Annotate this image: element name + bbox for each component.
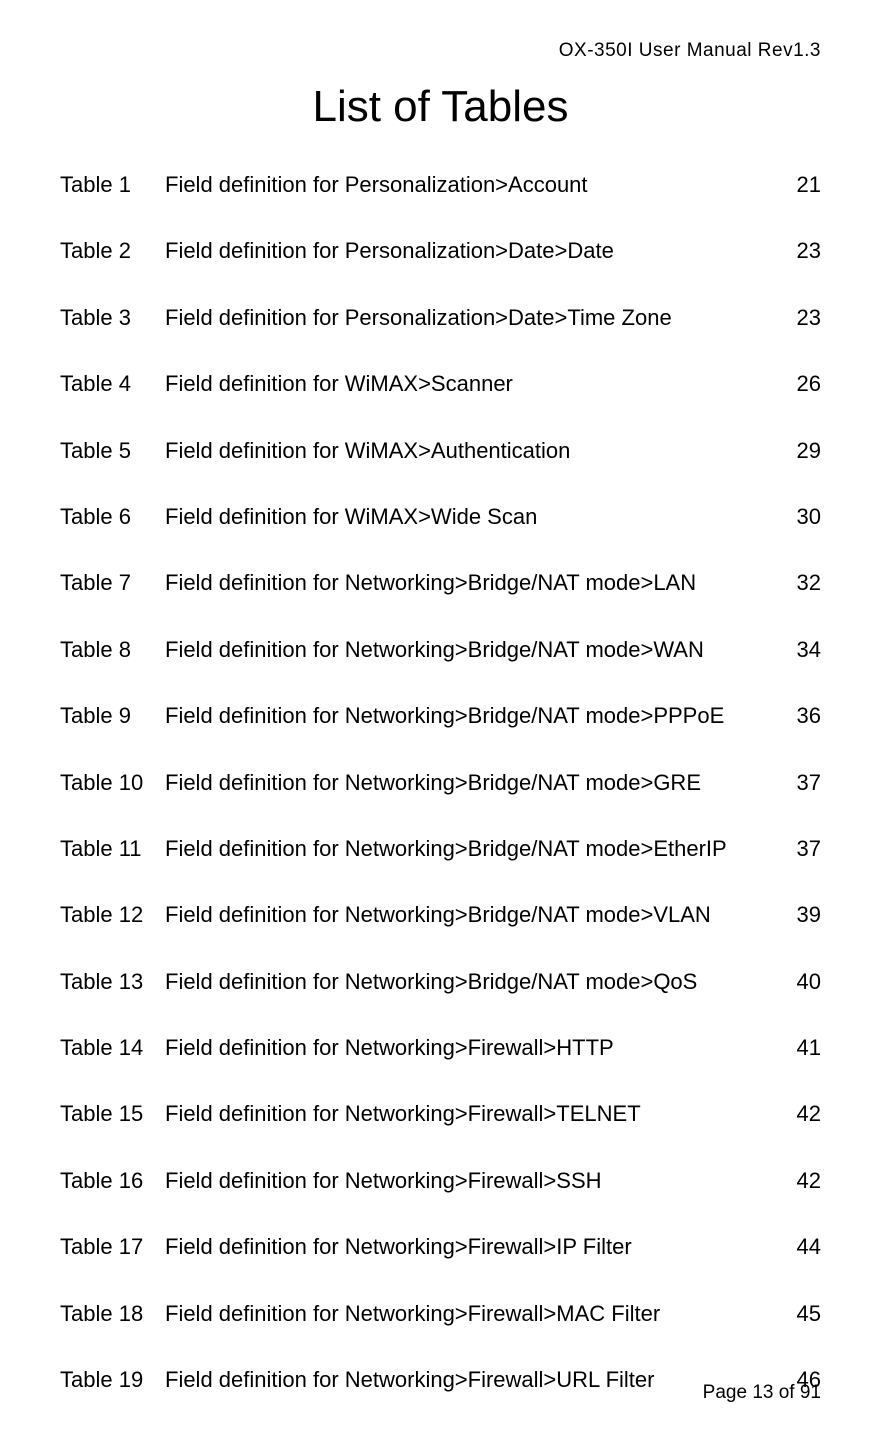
toc-entry-page-number: 45	[793, 1301, 821, 1327]
toc-entry-label: Table 5	[60, 438, 165, 464]
toc-entry-description: Field definition for Networking>Bridge/N…	[165, 969, 697, 995]
toc-entry: Table 16Field definition for Networking>…	[60, 1168, 821, 1194]
toc-entry-page-number: 29	[793, 438, 821, 464]
toc-entry-label: Table 19	[60, 1367, 165, 1393]
toc-entry-label: Table 7	[60, 570, 165, 596]
toc-entry: Table 14Field definition for Networking>…	[60, 1035, 821, 1061]
toc-entry-description: Field definition for Networking>Firewall…	[165, 1035, 614, 1061]
toc-entry: Table 11Field definition for Networking>…	[60, 836, 821, 862]
page-footer: Page 13 of 91	[703, 1382, 821, 1404]
toc-entry-label: Table 12	[60, 902, 165, 928]
toc-entry-page-number: 34	[793, 637, 821, 663]
toc-entry-description: Field definition for Networking>Firewall…	[165, 1234, 632, 1260]
toc-entry-page-number: 41	[793, 1035, 821, 1061]
toc-entry-description: Field definition for Networking>Bridge/N…	[165, 637, 704, 663]
toc-entry-page-number: 39	[793, 902, 821, 928]
toc-entry-label: Table 3	[60, 305, 165, 331]
toc-entry-page-number: 32	[793, 570, 821, 596]
toc-entry-page-number: 40	[793, 969, 821, 995]
toc-entry-description: Field definition for Networking>Bridge/N…	[165, 703, 724, 729]
toc-entry: Table 1Field definition for Personalizat…	[60, 172, 821, 198]
toc-entry-description: Field definition for Networking>Bridge/N…	[165, 902, 711, 928]
toc-entry-page-number: 21	[793, 172, 821, 198]
toc-entry-label: Table 10	[60, 770, 165, 796]
document-header: OX-350I User Manual Rev1.3	[60, 40, 821, 62]
toc-entry-label: Table 15	[60, 1101, 165, 1127]
toc-entry-description: Field definition for Networking>Bridge/N…	[165, 570, 696, 596]
toc-entry-label: Table 1	[60, 172, 165, 198]
toc-entry: Table 9Field definition for Networking>B…	[60, 703, 821, 729]
toc-entry-label: Table 11	[60, 836, 165, 862]
toc-entry-description: Field definition for Personalization>Dat…	[165, 238, 614, 264]
toc-entry-description: Field definition for WiMAX>Wide Scan	[165, 504, 537, 530]
table-of-contents: Table 1Field definition for Personalizat…	[60, 172, 821, 1393]
toc-entry: Table 6Field definition for WiMAX>Wide S…	[60, 504, 821, 530]
toc-entry-page-number: 44	[793, 1234, 821, 1260]
toc-entry-page-number: 26	[793, 371, 821, 397]
toc-entry-page-number: 37	[793, 836, 821, 862]
toc-entry-label: Table 13	[60, 969, 165, 995]
toc-entry: Table 2Field definition for Personalizat…	[60, 238, 821, 264]
toc-entry-page-number: 42	[793, 1168, 821, 1194]
toc-entry-label: Table 2	[60, 238, 165, 264]
toc-entry-description: Field definition for Networking>Firewall…	[165, 1367, 654, 1393]
toc-entry-description: Field definition for Personalization>Dat…	[165, 305, 672, 331]
toc-entry-page-number: 23	[793, 238, 821, 264]
toc-entry-label: Table 8	[60, 637, 165, 663]
toc-entry: Table 17Field definition for Networking>…	[60, 1234, 821, 1260]
toc-entry-label: Table 16	[60, 1168, 165, 1194]
page-title: List of Tables	[60, 82, 821, 132]
toc-entry-page-number: 42	[793, 1101, 821, 1127]
toc-entry: Table 12Field definition for Networking>…	[60, 902, 821, 928]
toc-entry: Table 7Field definition for Networking>B…	[60, 570, 821, 596]
toc-entry-label: Table 14	[60, 1035, 165, 1061]
toc-entry: Table 13Field definition for Networking>…	[60, 969, 821, 995]
toc-entry-label: Table 6	[60, 504, 165, 530]
toc-entry-label: Table 18	[60, 1301, 165, 1327]
toc-entry: Table 5Field definition for WiMAX>Authen…	[60, 438, 821, 464]
document-page: OX-350I User Manual Rev1.3 List of Table…	[0, 0, 881, 1454]
toc-entry: Table 18Field definition for Networking>…	[60, 1301, 821, 1327]
toc-entry-page-number: 36	[793, 703, 821, 729]
toc-entry-label: Table 4	[60, 371, 165, 397]
toc-entry: Table 8Field definition for Networking>B…	[60, 637, 821, 663]
toc-entry-page-number: 30	[793, 504, 821, 530]
toc-entry-description: Field definition for Networking>Firewall…	[165, 1301, 660, 1327]
toc-entry-page-number: 23	[793, 305, 821, 331]
toc-entry-description: Field definition for WiMAX>Authenticatio…	[165, 438, 570, 464]
toc-entry-description: Field definition for Networking>Firewall…	[165, 1101, 641, 1127]
toc-entry-description: Field definition for Networking>Bridge/N…	[165, 836, 727, 862]
toc-entry-label: Table 9	[60, 703, 165, 729]
toc-entry-description: Field definition for Networking>Bridge/N…	[165, 770, 701, 796]
toc-entry-description: Field definition for Personalization>Acc…	[165, 172, 588, 198]
toc-entry: Table 15Field definition for Networking>…	[60, 1101, 821, 1127]
toc-entry-page-number: 37	[793, 770, 821, 796]
toc-entry-label: Table 17	[60, 1234, 165, 1260]
toc-entry: Table 10Field definition for Networking>…	[60, 770, 821, 796]
toc-entry-description: Field definition for Networking>Firewall…	[165, 1168, 602, 1194]
toc-entry: Table 4Field definition for WiMAX>Scanne…	[60, 371, 821, 397]
toc-entry: Table 3Field definition for Personalizat…	[60, 305, 821, 331]
toc-entry-description: Field definition for WiMAX>Scanner	[165, 371, 513, 397]
